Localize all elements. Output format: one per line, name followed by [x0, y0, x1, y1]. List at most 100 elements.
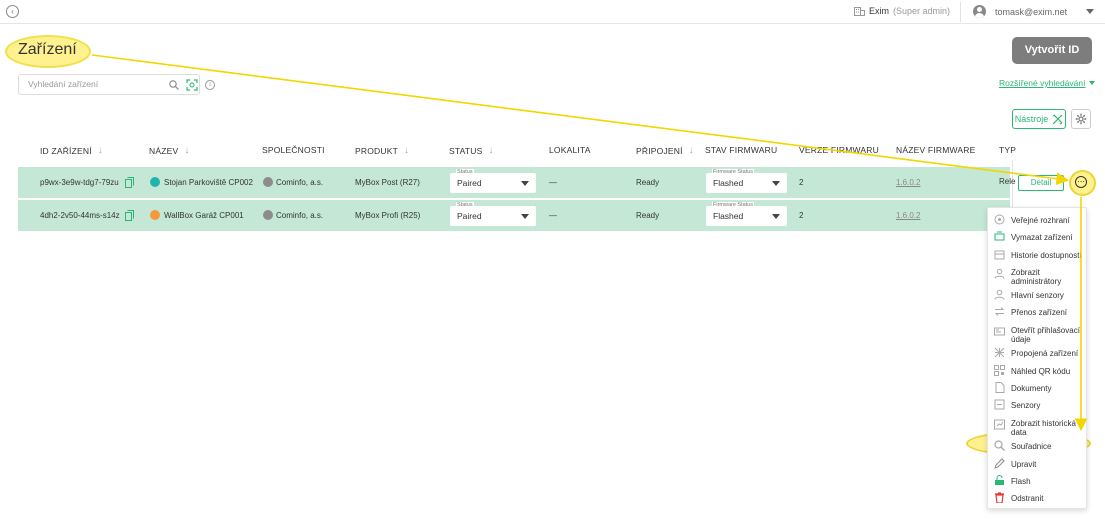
top-bar: ‹ Exim (Super admin) tomask@exim.net — [0, 0, 1105, 24]
col-type[interactable]: TYP — [999, 145, 1016, 155]
menu-item-delete[interactable]: Odstranit — [988, 492, 1088, 504]
col-device-id[interactable]: ID ZAŘÍZENÍ ↓ — [40, 145, 103, 156]
status-value: Paired — [457, 211, 482, 221]
device-id: 4dh2-2v50-44ms-s14z — [40, 211, 120, 220]
menu-item-public-api[interactable]: Veřejné rozhraní — [988, 214, 1088, 226]
firmware-version: 2 — [799, 211, 804, 220]
menu-item-historical-data[interactable]: Zobrazit historická data — [988, 417, 1088, 437]
menu-item-transfer[interactable]: Přenos zařízení — [988, 306, 1088, 318]
type-value: Rele — [999, 177, 1016, 186]
linked-devices-icon — [994, 347, 1005, 358]
company-name: Exim — [869, 6, 889, 16]
tools-icon — [1052, 113, 1063, 125]
firmware-status-value: Flashed — [713, 178, 744, 188]
col-firmware-version[interactable]: VERZE FIRMWARU — [799, 145, 879, 155]
documents-icon — [995, 382, 1005, 393]
status-value: Paired — [457, 178, 482, 188]
col-product[interactable]: PRODUKT ↓ — [355, 145, 409, 156]
menu-item-main-sensors[interactable]: Hlavní senzory — [988, 289, 1088, 301]
table-row[interactable]: p9wx-3e9w-tdg7-79zu Stojan Parkoviště CP… — [18, 167, 1018, 198]
transfer-icon — [994, 307, 1005, 316]
menu-item-availability-history[interactable]: Historie dostupnosti — [988, 249, 1088, 261]
delete-icon — [995, 492, 1004, 503]
status-select-label: Status — [456, 169, 474, 176]
company: Cominfo, a.s. — [276, 211, 324, 220]
col-firmware-name[interactable]: NÁZEV FIRMWARE — [896, 145, 975, 155]
settings-button[interactable] — [1071, 109, 1091, 129]
col-location[interactable]: LOKALITA — [549, 145, 591, 155]
sort-arrow-icon: ↓ — [688, 145, 694, 156]
device-name[interactable]: Stojan Parkoviště CP002 — [164, 167, 253, 198]
building-icon — [854, 7, 865, 16]
menu-item-label: Odstranit — [1011, 494, 1044, 503]
chevron-down-icon — [772, 214, 780, 219]
sort-arrow-icon: ↓ — [184, 145, 190, 156]
menu-item-linked-devices[interactable]: Propojená zařízení — [988, 347, 1088, 359]
firmware-status-select[interactable]: Firmware Status Flashed — [706, 169, 787, 193]
firmware-name-link[interactable]: 1.6.0.2 — [896, 167, 920, 198]
back-icon[interactable]: ‹ — [6, 5, 19, 18]
create-id-button[interactable]: Vytvořit ID — [1012, 37, 1092, 64]
menu-item-sensors[interactable]: Senzory — [988, 399, 1088, 411]
copy-icon[interactable] — [125, 177, 134, 188]
menu-item-documents[interactable]: Dokumenty — [988, 382, 1088, 394]
menu-item-coordinates[interactable]: Souřadnice — [988, 440, 1088, 452]
menu-item-erase-device[interactable]: Vymazat zařízení — [988, 231, 1088, 243]
sort-arrow-icon: ↓ — [97, 145, 103, 156]
menu-item-qr-code[interactable]: Náhled QR kódu — [988, 365, 1088, 377]
menu-item-label: Otevřít přihlašovací údaje — [1011, 326, 1080, 344]
menu-item-label: Zobrazit historická data — [1011, 419, 1076, 437]
status-select[interactable]: Status Paired — [450, 202, 536, 226]
col-name[interactable]: NÁZEV ↓ — [149, 145, 190, 156]
row-actions-menu: Veřejné rozhraní Vymazat zařízení Historie… — [987, 207, 1087, 509]
menu-item-label: Souřadnice — [1011, 442, 1052, 451]
status-select-label: Status — [456, 202, 474, 209]
company-switcher[interactable]: Exim (Super admin) — [854, 6, 950, 16]
menu-item-label: Veřejné rozhraní — [1011, 216, 1070, 225]
search-input[interactable] — [28, 79, 158, 89]
menu-item-label: Dokumenty — [1011, 384, 1052, 393]
scan-icon[interactable] — [186, 79, 198, 91]
menu-item-flash[interactable]: Flash — [988, 475, 1088, 487]
menu-item-label: Zobrazit administrátory — [1011, 268, 1062, 286]
col-firmware-state[interactable]: STAV FIRMWARU — [705, 145, 777, 155]
firmware-status-select[interactable]: Firmware Status Flashed — [706, 202, 787, 226]
copy-icon[interactable] — [125, 210, 134, 221]
device-color-dot — [150, 210, 160, 220]
qr-code-icon — [994, 365, 1005, 376]
product: MyBox Post (R27) — [355, 178, 420, 187]
advanced-search-link[interactable]: Rozšířené vyhledávání — [999, 78, 1096, 88]
detail-button[interactable]: Detail — [1018, 175, 1064, 191]
location: — — [549, 178, 557, 187]
info-icon[interactable]: i — [205, 80, 215, 90]
firmware-name-link[interactable]: 1.6.0.2 — [896, 200, 920, 231]
company: Cominfo, a.s. — [276, 178, 324, 187]
status-select[interactable]: Status Paired — [450, 169, 536, 193]
table-row[interactable]: 4dh2-2v50-44ms-s14z WallBox Garáž CP001 … — [18, 200, 1018, 231]
menu-item-administrators[interactable]: Zobrazit administrátory — [988, 266, 1088, 286]
col-status[interactable]: STATUS ↓ — [449, 145, 494, 156]
annotation-arrow — [91, 54, 1070, 186]
tools-label: Nástroje — [1014, 114, 1049, 124]
sort-arrow-icon: ↓ — [488, 145, 494, 156]
menu-item-credentials[interactable]: Otevřít přihlašovací údaje — [988, 324, 1088, 344]
connection: Ready — [636, 178, 660, 187]
menu-item-label: Náhled QR kódu — [1011, 367, 1071, 376]
menu-item-label: Přenos zařízení — [1011, 308, 1068, 317]
menu-item-edit[interactable]: Upravit — [988, 458, 1088, 470]
search-icon[interactable] — [169, 80, 179, 90]
chevron-down-icon — [772, 181, 780, 186]
col-connection[interactable]: PŘIPOJENÍ ↓ — [636, 145, 694, 156]
more-options-icon[interactable]: ⋯ — [1075, 176, 1087, 188]
chevron-down-icon — [521, 181, 529, 186]
tools-button[interactable]: Nástroje — [1012, 109, 1066, 129]
flash-icon — [995, 475, 1004, 485]
user-menu[interactable]: tomask@exim.net — [973, 5, 1095, 18]
credentials-icon — [994, 327, 1005, 336]
search-box — [18, 74, 200, 95]
historical-data-icon — [994, 419, 1005, 430]
device-name[interactable]: WallBox Garáž CP001 — [164, 200, 244, 231]
company-dot — [263, 177, 273, 187]
col-companies[interactable]: SPOLEČNOSTI — [262, 145, 325, 155]
gear-icon — [1075, 113, 1087, 125]
